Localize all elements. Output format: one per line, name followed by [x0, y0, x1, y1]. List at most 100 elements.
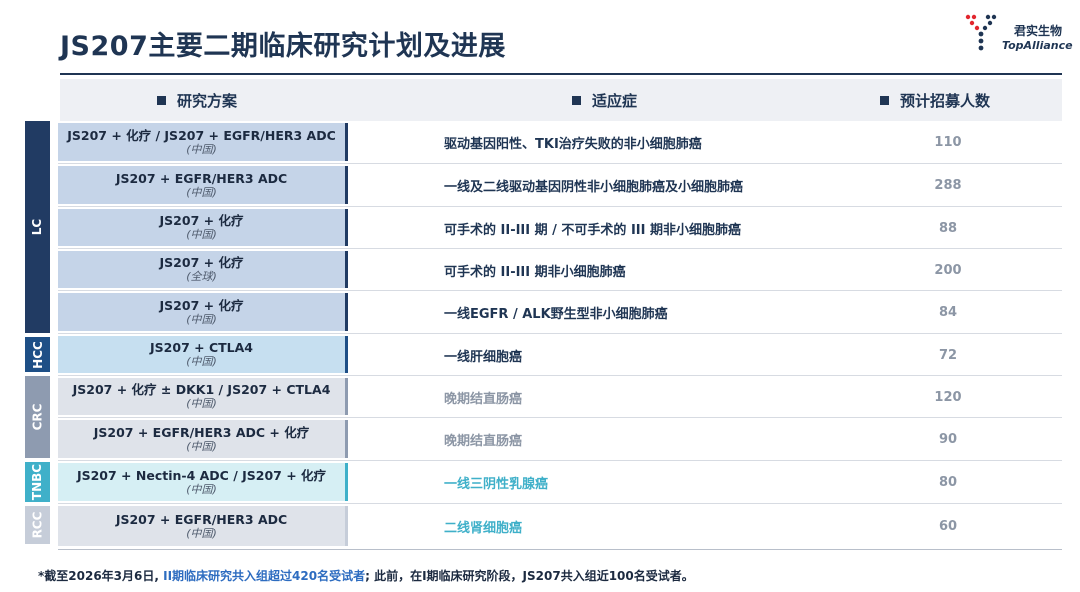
category-label: CRC: [30, 403, 45, 431]
plan-cell: JS207 + Nectin-4 ADC / JS207 + 化疗 (中国): [58, 463, 348, 501]
enrollment-cell: 288: [934, 178, 962, 193]
table-row: JS207 + 化疗 / JS207 + EGFR/HER3 ADC (中国) 驱…: [58, 121, 1062, 164]
plan-region: (中国): [186, 185, 217, 199]
plan-region: (中国): [186, 439, 217, 453]
enrollment-cell: 80: [938, 475, 958, 490]
plan-region: (中国): [186, 355, 217, 368]
table-header: 研究方案 适应症 预计招募人数: [60, 79, 1062, 121]
accent-bar: [345, 378, 348, 415]
footnote-text-end: ; 此前，在I期临床研究阶段，JS207共入组近100名受试者。: [365, 569, 694, 583]
enrollment-cell: 84: [938, 305, 958, 320]
category-crc: CRC: [25, 376, 50, 458]
plan-cell: JS207 + EGFR/HER3 ADC (中国): [58, 166, 348, 204]
table-row: JS207 + CTLA4 (中国) 一线肝细胞癌 72: [58, 334, 1062, 376]
plan-name: JS207 + EGFR/HER3 ADC: [115, 511, 288, 527]
plan-cell: JS207 + 化疗 (中国): [58, 293, 348, 331]
plan-name: JS207 + 化疗 ± DKK1 / JS207 + CTLA4: [72, 382, 331, 397]
title-underline: [60, 73, 1062, 75]
accent-bar: [345, 336, 348, 373]
accent-bar: [345, 166, 348, 204]
indication-cell: 一线及二线驱动基因阴性非小细胞肺癌及小细胞肺癌: [444, 180, 744, 195]
enrollment-cell: 88: [938, 220, 958, 236]
plan-name: JS207 + 化疗 / JS207 + EGFR/HER3 ADC: [67, 127, 336, 143]
indication-cell: 晚期结直肠癌: [444, 391, 523, 407]
header-enrollment-label: 预计招募人数: [900, 91, 991, 110]
table-row: JS207 + Nectin-4 ADC / JS207 + 化疗 (中国) 一线…: [58, 461, 1062, 504]
header-indication: 适应症: [572, 79, 637, 121]
page-title: JS207主要二期临床研究计划及进展: [60, 31, 506, 62]
accent-bar: [345, 420, 348, 458]
category-label: RCC: [30, 511, 45, 539]
topalliance-logo-icon: [965, 14, 997, 51]
enrollment-cell: 200: [934, 262, 962, 278]
enrollment-cell: 110: [934, 135, 962, 150]
logo-chinese-name: 君实生物: [1014, 24, 1063, 38]
footnote-highlight: II期临床研究共入组超过420名受试者: [163, 569, 366, 583]
plan-name: JS207 + CTLA4: [150, 340, 253, 355]
table-row: JS207 + 化疗 (中国) 一线EGFR / ALK野生型非小细胞肺癌 84: [58, 291, 1062, 334]
accent-bar: [345, 209, 348, 246]
category-lc: LC: [25, 121, 50, 333]
plan-region: (中国): [186, 397, 217, 410]
indication-cell: 一线EGFR / ALK野生型非小细胞肺癌: [444, 307, 668, 322]
indication-cell: 驱动基因阳性、TKI治疗失败的非小细胞肺癌: [444, 137, 702, 152]
indication-cell: 一线三阴性乳腺癌: [444, 477, 549, 492]
accent-bar: [345, 293, 348, 331]
table-bottom-rule: [58, 549, 1062, 550]
plan-region: (中国): [186, 526, 217, 540]
table-row: JS207 + 化疗 (全球) 可手术的 II-III 期非小细胞肺癌 200: [58, 249, 1062, 291]
square-bullet-icon: [572, 95, 581, 105]
indication-cell: 二线肾细胞癌: [444, 521, 523, 536]
indication-cell: 一线肝细胞癌: [444, 349, 523, 365]
enrollment-cell: 60: [938, 519, 958, 534]
plan-region: (中国): [186, 312, 217, 326]
plan-name: JS207 + EGFR/HER3 ADC + 化疗: [93, 424, 310, 440]
header-plan-label: 研究方案: [177, 91, 238, 110]
plan-region: (中国): [186, 482, 217, 496]
indication-cell: 可手术的 II-III 期 / 不可手术的 III 期非小细胞肺癌: [444, 222, 741, 238]
plan-name: JS207 + EGFR/HER3 ADC: [115, 170, 288, 186]
enrollment-cell: 90: [938, 432, 958, 447]
plan-name: JS207 + 化疗: [159, 297, 244, 313]
logo-english-name: TopAlliance: [1002, 39, 1073, 52]
plan-cell: JS207 + EGFR/HER3 ADC + 化疗 (中国): [58, 420, 348, 458]
category-label: TNBC: [30, 463, 45, 501]
plan-cell: JS207 + 化疗 (中国): [58, 209, 348, 246]
accent-bar: [345, 123, 348, 161]
plan-cell: JS207 + EGFR/HER3 ADC (中国): [58, 506, 348, 546]
indication-cell: 可手术的 II-III 期非小细胞肺癌: [444, 264, 626, 280]
category-hcc: HCC: [25, 337, 50, 372]
plan-name: JS207 + Nectin-4 ADC / JS207 + 化疗: [76, 467, 327, 483]
accent-bar: [345, 251, 348, 288]
square-bullet-icon: [157, 95, 166, 105]
table-row: JS207 + 化疗 (中国) 可手术的 II-III 期 / 不可手术的 III…: [58, 207, 1062, 249]
plan-region: (中国): [186, 142, 217, 156]
company-logo: 君实生物 TopAlliance: [962, 10, 1074, 56]
plan-cell: JS207 + 化疗 / JS207 + EGFR/HER3 ADC (中国): [58, 123, 348, 161]
indication-cell: 晚期结直肠癌: [444, 434, 523, 449]
accent-bar: [345, 506, 348, 546]
plan-name: JS207 + 化疗: [159, 213, 244, 228]
footnote-text-start: *截至2026年3月6日,: [38, 569, 164, 583]
plan-name: JS207 + 化疗: [159, 255, 244, 270]
table-row: JS207 + EGFR/HER3 ADC (中国) 一线及二线驱动基因阴性非小细…: [58, 164, 1062, 207]
category-label: LC: [30, 218, 45, 236]
table-row: JS207 + 化疗 ± DKK1 / JS207 + CTLA4 (中国) 晚期…: [58, 376, 1062, 418]
category-label: HCC: [30, 340, 45, 369]
square-bullet-icon: [880, 95, 889, 105]
header-plan: 研究方案: [157, 79, 237, 121]
footnote: *截至2026年3月6日, II期临床研究共入组超过420名受试者; 此前，在I…: [38, 567, 694, 584]
table-row: JS207 + EGFR/HER3 ADC + 化疗 (中国) 晚期结直肠癌 90: [58, 418, 1062, 461]
category-rcc: RCC: [25, 506, 50, 544]
category-tnbc: TNBC: [25, 462, 50, 502]
enrollment-cell: 120: [934, 389, 962, 405]
table-row: JS207 + EGFR/HER3 ADC (中国) 二线肾细胞癌 60: [58, 504, 1062, 549]
header-indication-label: 适应症: [592, 91, 638, 110]
plan-cell: JS207 + 化疗 (全球): [58, 251, 348, 288]
plan-cell: JS207 + CTLA4 (中国): [58, 336, 348, 373]
enrollment-cell: 72: [938, 347, 958, 363]
header-enrollment: 预计招募人数: [880, 79, 990, 121]
plan-region: (中国): [186, 228, 217, 241]
accent-bar: [345, 463, 348, 501]
plan-region: (全球): [186, 270, 217, 283]
